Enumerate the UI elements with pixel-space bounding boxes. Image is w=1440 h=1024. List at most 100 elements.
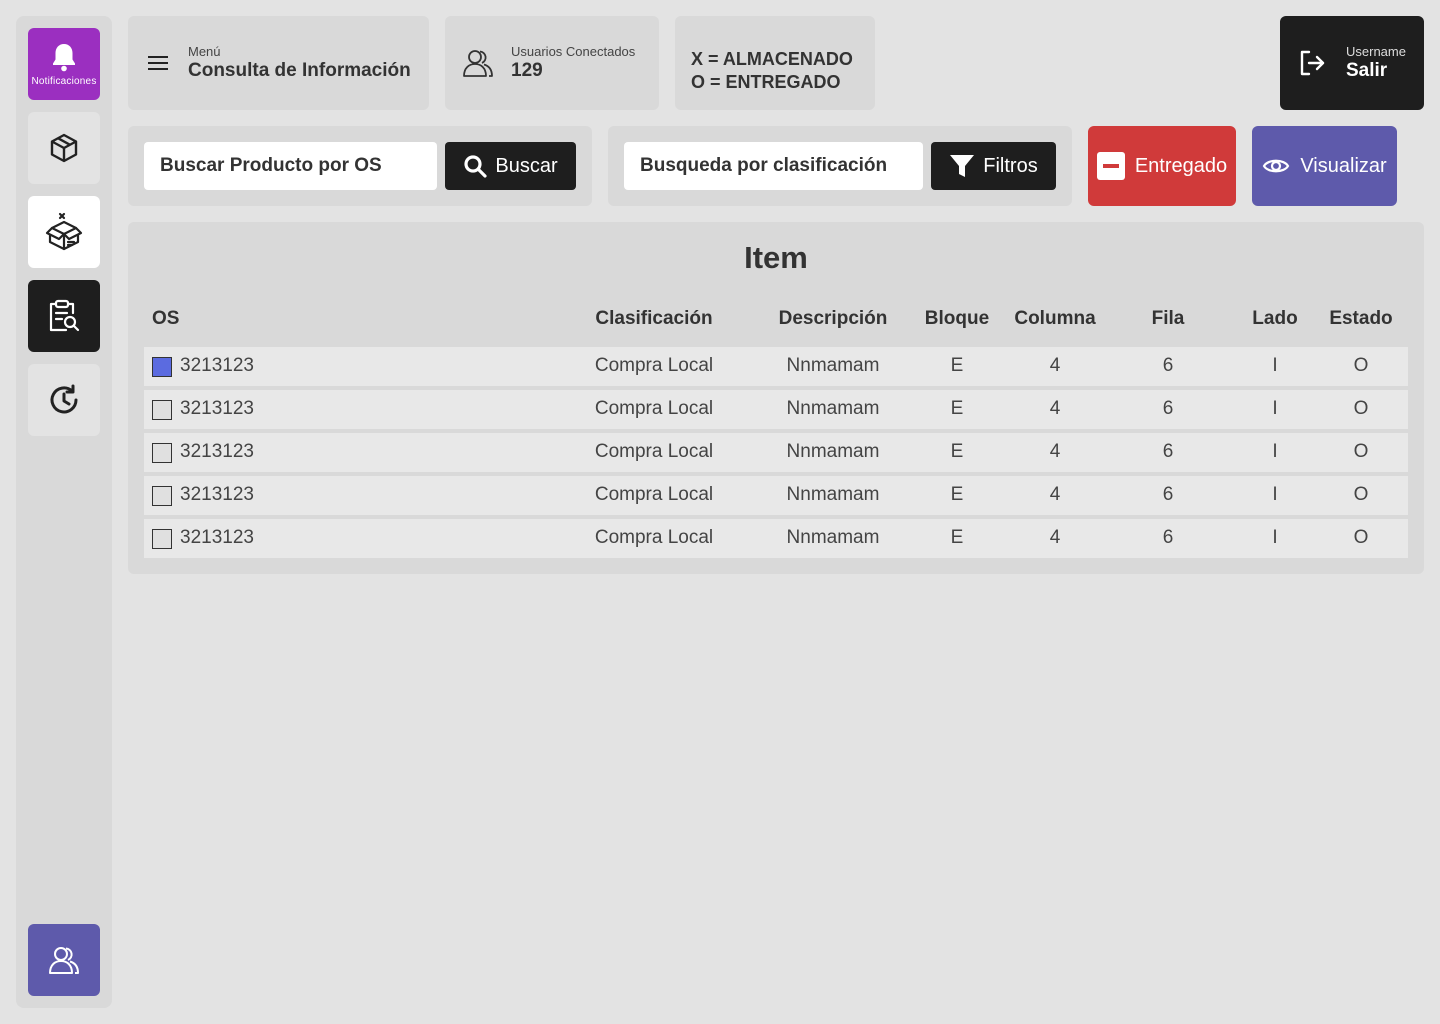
table-title: Item [744, 240, 808, 275]
cell-columna: 4 [1049, 441, 1061, 462]
sidebar: Notificaciones [16, 16, 112, 1008]
notifications-label: Notificaciones [31, 75, 97, 87]
cell-lado: I [1272, 355, 1278, 376]
cell-fila: 6 [1162, 355, 1174, 376]
search-button-label: Buscar [495, 154, 558, 177]
cell-os: 3213123 [180, 355, 254, 376]
history-icon [50, 384, 78, 414]
cell-clasificacion: Compra Local [594, 527, 714, 548]
column-header-estado: Estado [1329, 308, 1393, 329]
logout-button[interactable]: Username Salir [1280, 16, 1424, 110]
cell-bloque: E [950, 355, 964, 376]
cell-columna: 4 [1049, 484, 1061, 505]
classification-search-input[interactable] [624, 142, 923, 190]
notifications-button[interactable]: Notificaciones [28, 28, 100, 100]
cell-estado: O [1353, 527, 1369, 548]
cell-bloque: E [950, 484, 964, 505]
cell-descripcion: Nnmamam [786, 441, 880, 462]
cell-lado: I [1272, 441, 1278, 462]
cell-bloque: E [950, 527, 964, 548]
filters-button-label: Filtros [983, 154, 1038, 177]
connected-users-count: 129 [511, 60, 543, 81]
column-header-bloque: Bloque [924, 308, 990, 329]
username-label: Username [1346, 44, 1406, 59]
table-row[interactable]: 3213123 Compra Local Nnmamam E 4 6 I O [144, 476, 1408, 515]
sidebar-item-users[interactable] [28, 924, 100, 996]
cell-bloque: E [950, 398, 964, 419]
column-header-clasificacion: Clasificación [595, 308, 713, 329]
users-icon [49, 947, 79, 974]
row-checkbox[interactable] [152, 357, 172, 377]
cell-descripcion: Nnmamam [786, 484, 880, 505]
cell-descripcion: Nnmamam [786, 355, 880, 376]
hamburger-icon[interactable] [148, 55, 168, 71]
row-checkbox[interactable] [152, 529, 172, 549]
cell-lado: I [1272, 527, 1278, 548]
column-header-fila: Fila [1151, 308, 1185, 329]
box-icon [50, 133, 78, 163]
cell-lado: I [1272, 484, 1278, 505]
open-box-icon [45, 212, 83, 251]
sidebar-item-history[interactable] [28, 364, 100, 436]
cell-fila: 6 [1162, 398, 1174, 419]
status-legend: X = ALMACENADO O = ENTREGADO [675, 16, 875, 110]
cell-columna: 4 [1049, 527, 1061, 548]
cell-fila: 6 [1162, 484, 1174, 505]
cell-clasificacion: Compra Local [594, 484, 714, 505]
column-header-columna: Columna [1014, 308, 1096, 329]
cell-fila: 6 [1162, 441, 1174, 462]
search-panel: Buscar [128, 126, 592, 206]
cell-fila: 6 [1162, 527, 1174, 548]
cell-clasificacion: Compra Local [594, 398, 714, 419]
view-button[interactable]: Visualizar [1252, 126, 1397, 206]
connected-users-card: Usuarios Conectados 129 [445, 16, 659, 110]
connected-users-label: Usuarios Conectados [511, 44, 636, 59]
search-icon [464, 155, 487, 178]
cell-descripcion: Nnmamam [786, 398, 880, 419]
cell-descripcion: Nnmamam [786, 527, 880, 548]
cell-estado: O [1353, 484, 1369, 505]
logout-icon [1300, 50, 1325, 76]
cell-columna: 4 [1049, 355, 1061, 376]
clipboard-search-icon [49, 299, 80, 332]
column-header-lado: Lado [1252, 308, 1298, 329]
table-row[interactable]: 3213123 Compra Local Nnmamam E 4 6 I O [144, 519, 1408, 558]
mark-delivered-label: Entregado [1134, 154, 1228, 177]
sidebar-item-inventory[interactable] [28, 112, 100, 184]
row-checkbox[interactable] [152, 443, 172, 463]
filter-panel: Filtros [608, 126, 1072, 206]
cell-os: 3213123 [180, 484, 254, 505]
eye-icon [1263, 159, 1290, 173]
sidebar-item-consulta[interactable] [28, 280, 100, 352]
cell-clasificacion: Compra Local [594, 441, 714, 462]
cell-estado: O [1353, 355, 1369, 376]
view-button-label: Visualizar [1300, 154, 1387, 177]
cell-os: 3213123 [180, 527, 254, 548]
menu-label: Menú [188, 44, 221, 59]
menu-card[interactable]: Menú Consulta de Información [128, 16, 429, 110]
search-input[interactable] [144, 142, 437, 190]
sidebar-item-unstock[interactable] [28, 196, 100, 268]
cell-lado: I [1272, 398, 1278, 419]
table-row[interactable]: 3213123 Compra Local Nnmamam E 4 6 I O [144, 390, 1408, 429]
cell-os: 3213123 [180, 441, 254, 462]
cell-os: 3213123 [180, 398, 254, 419]
row-checkbox[interactable] [152, 486, 172, 506]
mark-delivered-button[interactable]: Entregado [1088, 126, 1236, 206]
column-header-os: OS [152, 308, 180, 329]
cell-estado: O [1353, 398, 1369, 419]
cell-bloque: E [950, 441, 964, 462]
filters-button[interactable]: Filtros [931, 142, 1056, 190]
table-row[interactable]: 3213123 Compra Local Nnmamam E 4 6 I O [144, 433, 1408, 472]
legend-stored: X = ALMACENADO [691, 49, 853, 69]
column-header-descripcion: Descripción [778, 308, 888, 329]
cell-columna: 4 [1049, 398, 1061, 419]
bell-icon [53, 43, 75, 71]
cell-clasificacion: Compra Local [594, 355, 714, 376]
row-checkbox[interactable] [152, 400, 172, 420]
logout-label: Salir [1346, 60, 1388, 81]
search-button[interactable]: Buscar [445, 142, 576, 190]
minus-square-icon [1096, 152, 1125, 180]
filter-icon [950, 155, 975, 177]
table-row[interactable]: 3213123 Compra Local Nnmamam E 4 6 I O [144, 347, 1408, 386]
